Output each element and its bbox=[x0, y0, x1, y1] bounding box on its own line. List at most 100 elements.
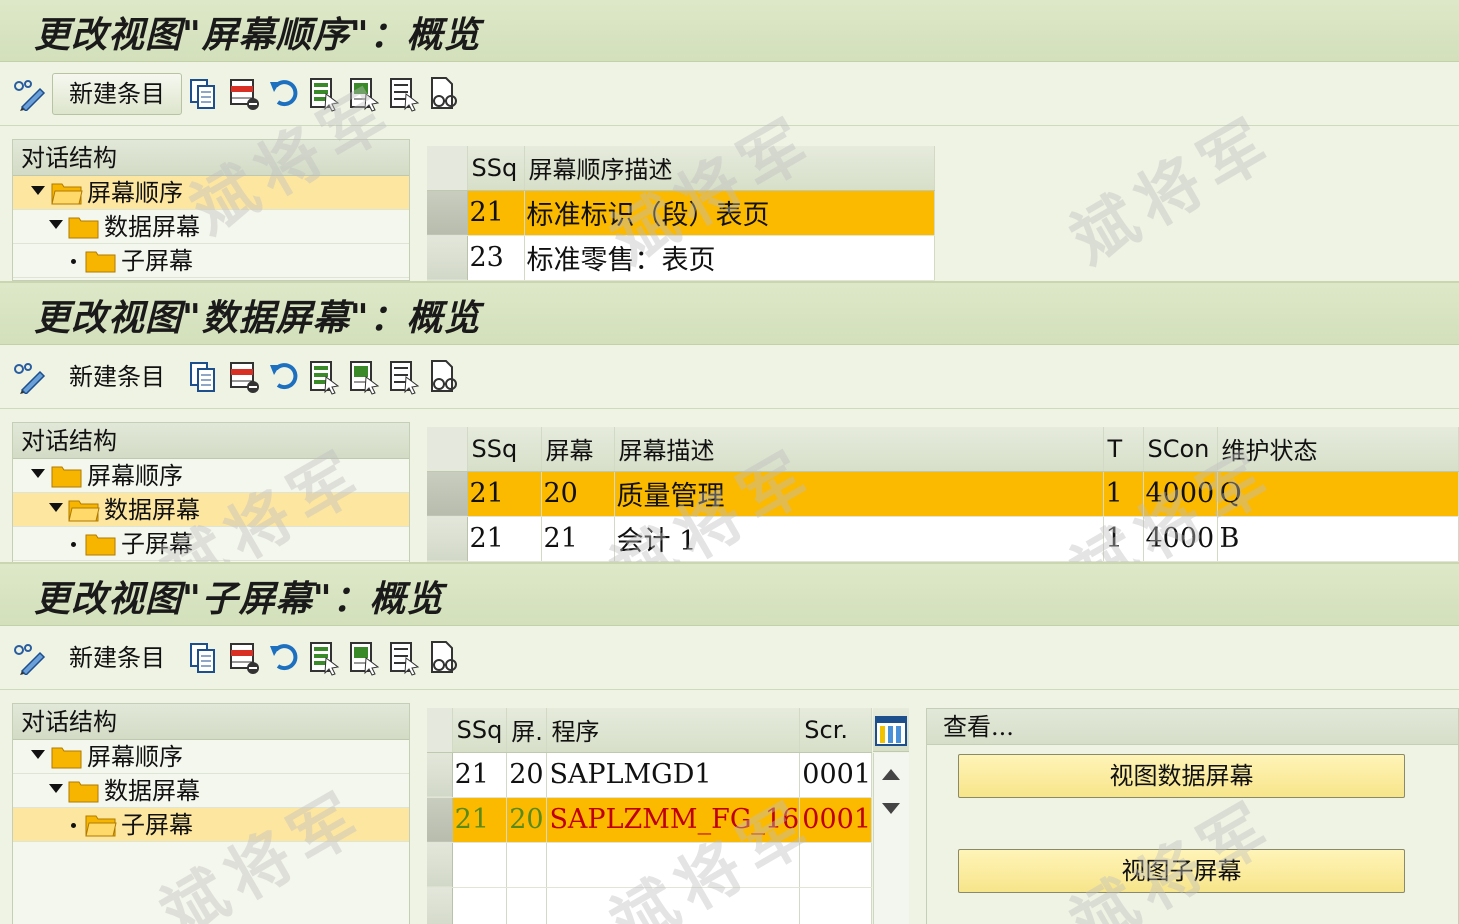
deselect-all-icon[interactable] bbox=[388, 76, 420, 112]
cell-t[interactable]: 1 bbox=[1103, 471, 1144, 517]
tree-node-screen-sequence[interactable]: 屏幕顺序 bbox=[13, 740, 409, 774]
select-block-icon[interactable] bbox=[348, 76, 380, 112]
column-header-t[interactable]: T bbox=[1103, 427, 1144, 472]
cell-program[interactable]: SAPLMGD1 bbox=[546, 752, 801, 798]
cell-scr[interactable]: 0001 bbox=[799, 752, 872, 798]
cell-ssq[interactable] bbox=[452, 842, 508, 888]
table-row[interactable] bbox=[427, 887, 872, 924]
table-row[interactable]: 23 标准零售：表页 bbox=[427, 235, 935, 281]
cell-ssq[interactable]: 21 bbox=[467, 516, 542, 562]
tree-node-screen-sequence[interactable]: 屏幕顺序 bbox=[13, 176, 409, 210]
expand-arrow-icon[interactable] bbox=[31, 469, 45, 478]
deselect-all-icon[interactable] bbox=[388, 640, 420, 676]
column-header-ssq[interactable]: SSq bbox=[467, 146, 525, 191]
cell-scr[interactable] bbox=[799, 887, 872, 924]
row-selector[interactable] bbox=[427, 471, 468, 517]
cell-screen-description[interactable]: 会计 1 bbox=[614, 516, 1104, 562]
cell-ssq[interactable]: 21 bbox=[452, 752, 508, 798]
delete-icon[interactable] bbox=[228, 76, 260, 112]
cell-screen[interactable]: 20 bbox=[541, 471, 615, 517]
expand-arrow-icon[interactable] bbox=[49, 503, 63, 512]
expand-arrow-icon[interactable] bbox=[31, 750, 45, 759]
select-all-header[interactable] bbox=[427, 708, 453, 753]
scroll-up-icon[interactable] bbox=[882, 769, 900, 780]
print-preview-icon[interactable] bbox=[428, 359, 460, 395]
new-entries-button[interactable]: 新建条目 bbox=[52, 73, 182, 115]
cell-screen-description[interactable]: 质量管理 bbox=[614, 471, 1104, 517]
cell-screen[interactable]: 20 bbox=[506, 752, 548, 798]
column-header-ssq[interactable]: SSq bbox=[467, 427, 542, 472]
table-row[interactable]: 21 20 质量管理 1 4000 Q bbox=[427, 471, 1459, 517]
new-entries-button[interactable]: 新建条目 bbox=[52, 356, 182, 398]
delete-icon[interactable] bbox=[228, 640, 260, 676]
select-block-icon[interactable] bbox=[348, 640, 380, 676]
cell-scr[interactable]: 0001 bbox=[799, 797, 872, 843]
display-change-icon[interactable] bbox=[12, 360, 46, 394]
column-header-screen[interactable]: 屏. bbox=[506, 708, 548, 753]
new-entries-button[interactable]: 新建条目 bbox=[52, 637, 182, 679]
tree-node-data-screen[interactable]: 数据屏幕 bbox=[13, 493, 409, 527]
scroll-down-icon[interactable] bbox=[882, 803, 900, 814]
row-selector[interactable] bbox=[427, 887, 453, 924]
expand-arrow-icon[interactable] bbox=[31, 186, 45, 195]
select-all-icon[interactable] bbox=[308, 359, 340, 395]
column-settings-button[interactable] bbox=[873, 708, 909, 752]
cell-scon[interactable]: 4000 bbox=[1143, 516, 1218, 562]
deselect-all-icon[interactable] bbox=[388, 359, 420, 395]
row-selector[interactable] bbox=[427, 516, 468, 562]
cell-screen[interactable]: 20 bbox=[506, 797, 548, 843]
column-header-ssq[interactable]: SSq bbox=[452, 708, 508, 753]
cell-ssq[interactable]: 21 bbox=[467, 190, 525, 236]
display-change-icon[interactable] bbox=[12, 77, 46, 111]
cell-screen[interactable]: 21 bbox=[541, 516, 615, 562]
row-selector[interactable] bbox=[427, 752, 453, 798]
cell-description[interactable]: 标准零售：表页 bbox=[524, 235, 935, 281]
select-block-icon[interactable] bbox=[348, 359, 380, 395]
cell-scon[interactable]: 4000 bbox=[1143, 471, 1218, 517]
column-header-description[interactable]: 屏幕顺序描述 bbox=[524, 146, 935, 191]
copy-icon[interactable] bbox=[188, 76, 220, 112]
tree-node-subscreen[interactable]: 子屏幕 bbox=[13, 527, 409, 561]
table-scrollbar[interactable] bbox=[873, 753, 909, 924]
copy-icon[interactable] bbox=[188, 640, 220, 676]
undo-icon[interactable] bbox=[268, 76, 300, 112]
select-all-header[interactable] bbox=[427, 427, 468, 472]
cell-ssq[interactable]: 23 bbox=[467, 235, 525, 281]
cell-t[interactable]: 1 bbox=[1103, 516, 1144, 562]
display-change-icon[interactable] bbox=[12, 641, 46, 675]
column-header-scon[interactable]: SCon bbox=[1143, 427, 1218, 472]
expand-arrow-icon[interactable] bbox=[49, 784, 63, 793]
cell-ssq[interactable]: 21 bbox=[467, 471, 542, 517]
table-row[interactable]: 21 标准标识（段）表页 bbox=[427, 190, 935, 236]
table-row[interactable]: 21 20 SAPLZMM_FG_16 0001 bbox=[427, 797, 872, 843]
tree-node-data-screen[interactable]: 数据屏幕 bbox=[13, 774, 409, 808]
copy-icon[interactable] bbox=[188, 359, 220, 395]
expand-arrow-icon[interactable] bbox=[49, 220, 63, 229]
table-row[interactable]: 21 21 会计 1 1 4000 B bbox=[427, 516, 1459, 562]
select-all-icon[interactable] bbox=[308, 76, 340, 112]
delete-icon[interactable] bbox=[228, 359, 260, 395]
column-header-program[interactable]: 程序 bbox=[546, 708, 801, 753]
cell-screen[interactable] bbox=[506, 842, 548, 888]
cell-description[interactable]: 标准标识（段）表页 bbox=[524, 190, 935, 236]
cell-scr[interactable] bbox=[799, 842, 872, 888]
tree-node-data-screen[interactable]: 数据屏幕 bbox=[13, 210, 409, 244]
undo-icon[interactable] bbox=[268, 359, 300, 395]
row-selector[interactable] bbox=[427, 235, 468, 281]
select-all-icon[interactable] bbox=[308, 640, 340, 676]
table-row[interactable] bbox=[427, 842, 872, 888]
print-preview-icon[interactable] bbox=[428, 76, 460, 112]
row-selector[interactable] bbox=[427, 842, 453, 888]
row-selector[interactable] bbox=[427, 797, 453, 843]
cell-program[interactable] bbox=[546, 887, 801, 924]
undo-icon[interactable] bbox=[268, 640, 300, 676]
column-header-screen-description[interactable]: 屏幕描述 bbox=[614, 427, 1104, 472]
cell-ssq[interactable]: 21 bbox=[452, 797, 508, 843]
tree-node-subscreen[interactable]: 子屏幕 bbox=[13, 808, 409, 842]
view-subscreen-button[interactable]: 视图子屏幕 bbox=[958, 849, 1405, 893]
table-row[interactable]: 21 20 SAPLMGD1 0001 bbox=[427, 752, 872, 798]
view-data-screen-button[interactable]: 视图数据屏幕 bbox=[958, 754, 1405, 798]
cell-ssq[interactable] bbox=[452, 887, 508, 924]
cell-screen[interactable] bbox=[506, 887, 548, 924]
cell-program[interactable]: SAPLZMM_FG_16 bbox=[546, 797, 801, 843]
